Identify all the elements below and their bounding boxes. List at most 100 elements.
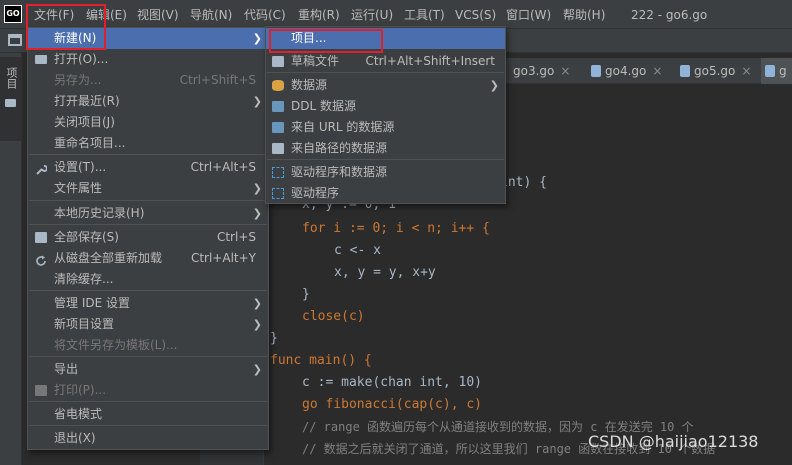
file-menu-item-label: 文件属性	[54, 181, 103, 195]
file-menu-item[interactable]: 新项目设置 ❯	[28, 314, 268, 335]
file-menu-item-label: 打开最近(R)	[54, 94, 120, 108]
file-menu-item[interactable]: 另存为... Ctrl+Shift+S	[28, 70, 268, 91]
file-menu-dropdown: 新建(N) ❯ 打开(O)... 另存为... Ctrl+Shift+S 打开最近(R) ❯…	[27, 27, 269, 450]
menu-separator	[29, 356, 267, 357]
project-window-icon[interactable]	[8, 34, 22, 46]
file-menu-item[interactable]: 打开(O)...	[28, 49, 268, 70]
shortcut-label: Ctrl+Alt+S	[190, 160, 256, 174]
new-menu-item[interactable]: 数据源 ❯	[266, 75, 505, 96]
new-menu-item-label: DDL 数据源	[291, 99, 356, 113]
watermark: CSDN @haijiao12138	[588, 432, 759, 451]
new-menu-item[interactable]: 项目...	[266, 28, 505, 49]
menu-separator	[267, 72, 504, 73]
file-menu-item[interactable]: 全部保存(S) Ctrl+S	[28, 227, 268, 248]
file-menu-item-label: 退出(X)	[54, 431, 96, 445]
go-file-icon	[765, 65, 775, 77]
file-menu-item-label: 新项目设置	[54, 317, 115, 331]
chevron-right-icon: ❯	[252, 207, 262, 220]
file-menu-item[interactable]: 管理 IDE 设置 ❯	[28, 293, 268, 314]
file-menu-item-label: 设置(T)...	[54, 160, 107, 174]
tab-go3[interactable]: go3.go ×	[513, 58, 570, 84]
code-line: }	[270, 331, 278, 346]
driver-icon	[272, 167, 284, 178]
shortcut-label: Ctrl+S	[216, 230, 256, 244]
code-line: }	[302, 287, 310, 302]
close-icon[interactable]: ×	[741, 64, 751, 78]
file-menu-item-label: 全部保存(S)	[54, 230, 119, 244]
project-tool-tab[interactable]: 项目	[0, 57, 21, 141]
new-menu-item[interactable]: 驱动程序和数据源	[266, 162, 505, 183]
file-menu-item[interactable]: 本地历史记录(H) ❯	[28, 203, 268, 224]
file-menu-item[interactable]: 重命名项目...	[28, 133, 268, 154]
new-menu-item[interactable]: DDL 数据源	[266, 96, 505, 117]
new-menu-item-label: 驱动程序和数据源	[291, 165, 388, 179]
new-menu-item[interactable]: 来自路径的数据源	[266, 138, 505, 159]
database-icon	[272, 80, 284, 91]
file-menu-item[interactable]: 打印(P)...	[28, 380, 268, 401]
file-menu-item-label: 新建(N)	[54, 31, 97, 45]
file-menu-item-label: 将文件另存为模板(L)...	[54, 338, 178, 352]
menu-run[interactable]: 运行(U)	[351, 6, 393, 24]
file-menu-item-label: 从磁盘全部重新加载	[54, 251, 163, 265]
new-menu-item-label: 来自路径的数据源	[291, 141, 388, 155]
menu-code[interactable]: 代码(C)	[244, 6, 286, 24]
chevron-right-icon: ❯	[252, 95, 262, 108]
reload-icon	[35, 253, 47, 266]
file-menu-item[interactable]: 导出 ❯	[28, 359, 268, 380]
menu-separator	[29, 425, 267, 426]
menu-separator	[29, 200, 267, 201]
file-menu-item[interactable]: 关闭项目(J)	[28, 112, 268, 133]
file-menu-item[interactable]: 设置(T)... Ctrl+Alt+S	[28, 157, 268, 178]
file-menu-item[interactable]: 将文件另存为模板(L)...	[28, 335, 268, 356]
code-line: go fibonacci(cap(c), c)	[302, 397, 483, 412]
menu-tools[interactable]: 工具(T)	[404, 6, 445, 24]
chevron-right-icon: ❯	[489, 79, 499, 92]
file-menu-item[interactable]: 新建(N) ❯	[28, 28, 268, 49]
new-menu-item[interactable]: 草稿文件 Ctrl+Alt+Shift+Insert	[266, 51, 505, 72]
tab-go6[interactable]: g	[761, 58, 792, 84]
menu-window[interactable]: 窗口(W)	[506, 6, 551, 24]
new-menu-item[interactable]: 驱动程序	[266, 183, 505, 204]
file-menu-item-label: 打开(O)...	[54, 52, 109, 66]
new-menu-item-label: 项目...	[291, 31, 327, 45]
close-icon[interactable]: ×	[652, 64, 662, 78]
file-menu-item[interactable]: 省电模式	[28, 404, 268, 425]
file-menu-item-label: 另存为...	[54, 73, 102, 87]
file-menu-item-label: 导出	[54, 362, 79, 376]
file-menu-item[interactable]: 文件属性 ❯	[28, 178, 268, 199]
new-submenu: 项目... 草稿文件 Ctrl+Alt+Shift+Insert 数据源 ❯ DDL 数据…	[265, 26, 506, 204]
close-icon[interactable]: ×	[560, 64, 570, 78]
wrench-icon	[35, 162, 48, 175]
menu-separator	[29, 401, 267, 402]
file-menu-item[interactable]: 退出(X)	[28, 428, 268, 449]
file-menu-item-label: 关闭项目(J)	[54, 115, 115, 129]
menu-refactor[interactable]: 重构(R)	[298, 6, 340, 24]
file-menu-item[interactable]: 打开最近(R) ❯	[28, 91, 268, 112]
window-title: 222 - go6.go	[631, 8, 708, 22]
code-line: x, y = y, x+y	[334, 265, 436, 280]
file-menu-item[interactable]: 清除缓存...	[28, 269, 268, 290]
new-menu-item-label: 草稿文件	[291, 54, 340, 68]
menu-vcs[interactable]: VCS(S)	[455, 6, 496, 24]
file-menu-item-label: 省电模式	[54, 407, 103, 421]
code-line: for i := 0; i < n; i++ {	[302, 221, 490, 236]
tab-go4[interactable]: go4.go ×	[591, 58, 662, 84]
menu-file[interactable]: 文件(F)	[34, 6, 74, 24]
menu-navigate[interactable]: 导航(N)	[190, 6, 232, 24]
file-menu-item[interactable]: 从磁盘全部重新加载 Ctrl+Alt+Y	[28, 248, 268, 269]
tab-go5[interactable]: go5.go ×	[680, 58, 751, 84]
menu-separator	[267, 159, 504, 160]
shortcut-label: Ctrl+Shift+S	[179, 73, 256, 87]
menu-edit[interactable]: 编辑(E)	[86, 6, 127, 24]
menu-separator	[29, 154, 267, 155]
file-menu-item-label: 重命名项目...	[54, 136, 126, 150]
menu-help[interactable]: 帮助(H)	[563, 6, 605, 24]
url-icon	[272, 122, 284, 133]
new-menu-item-label: 来自 URL 的数据源	[291, 120, 395, 134]
chevron-right-icon: ❯	[252, 363, 262, 376]
code-line: func main() {	[270, 353, 372, 368]
project-tool-tab-label: 项目	[5, 67, 18, 89]
menu-view[interactable]: 视图(V)	[137, 6, 179, 24]
new-menu-item[interactable]: 来自 URL 的数据源	[266, 117, 505, 138]
file-menu-item-label: 清除缓存...	[54, 272, 114, 286]
